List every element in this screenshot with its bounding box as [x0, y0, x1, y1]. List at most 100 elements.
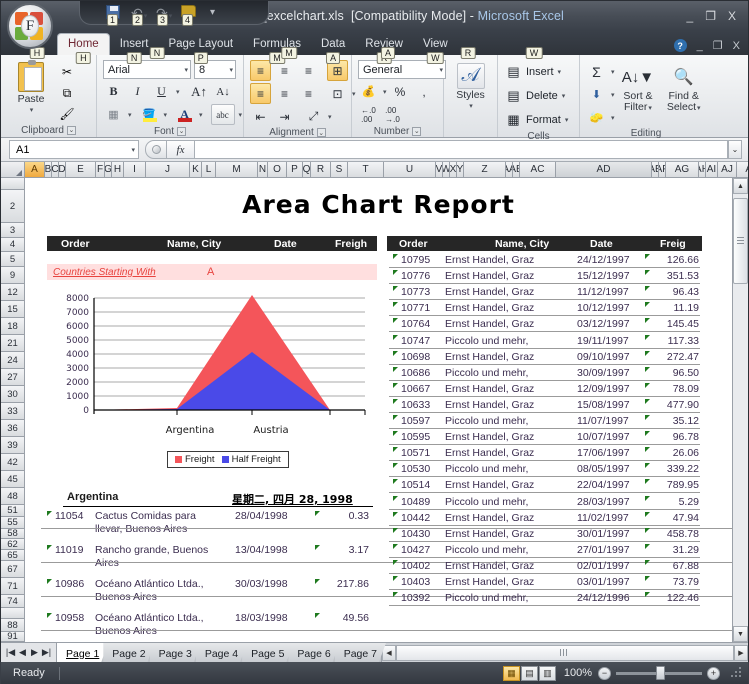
tab-data[interactable]: Data A	[311, 34, 355, 64]
sheet-tab-page-1[interactable]: Page 1	[57, 643, 108, 662]
column-header-s[interactable]: S	[331, 162, 348, 177]
column-header-ab[interactable]: AB	[513, 162, 520, 177]
first-sheet-button[interactable]: |◀	[5, 647, 16, 658]
fill-color-caret-icon[interactable]: ▾	[164, 111, 168, 119]
column-header-ag[interactable]: AG	[666, 162, 699, 177]
qat-customize-icon[interactable]: ▾	[210, 7, 215, 18]
comma-style-button[interactable]: ,	[414, 81, 435, 102]
bold-button[interactable]: B	[103, 81, 124, 102]
alignment-dialog-launcher[interactable]: ⌄	[316, 128, 326, 137]
zoom-in-button[interactable]: +	[707, 666, 720, 680]
next-sheet-button[interactable]: ▶	[29, 647, 40, 658]
column-header-ac[interactable]: AC	[520, 162, 556, 177]
table-row[interactable]: 10430 Ernst Handel, Graz 30/01/1997 458.78	[387, 526, 702, 542]
row-header-18[interactable]: 18	[1, 318, 25, 335]
horizontal-scroll-thumb[interactable]	[395, 644, 734, 661]
sheet-tab-page-6[interactable]: Page 6	[288, 643, 339, 662]
number-dialog-launcher[interactable]: ⌄	[412, 126, 422, 136]
row-header-2[interactable]: 2	[1, 190, 25, 223]
column-header-e[interactable]: E	[66, 162, 96, 177]
column-header-ae[interactable]: AE	[652, 162, 659, 177]
accounting-caret-icon[interactable]: ▾	[383, 88, 387, 96]
autosum-button[interactable]: Σ	[586, 61, 607, 82]
tab-page-layout[interactable]: Page Layout P	[158, 34, 243, 64]
ribbon-minimize-icon[interactable]: _	[697, 40, 703, 52]
accounting-format-button[interactable]: 💰	[358, 81, 379, 102]
table-row[interactable]: 10958 Océano Atlántico Ltda., Buenos Aires…	[25, 610, 732, 642]
cut-icon[interactable]: ✂	[58, 63, 76, 81]
column-header-a[interactable]: A	[25, 162, 45, 177]
orientation-button[interactable]: ⤢	[303, 106, 324, 127]
column-header-af[interactable]: AF	[659, 162, 666, 177]
table-row[interactable]: 10489 Piccolo und mehr, 28/03/1997 5.29	[387, 494, 702, 510]
column-header-aj[interactable]: AJ	[718, 162, 737, 177]
column-header-ah[interactable]: AH	[699, 162, 706, 177]
autosum-caret-icon[interactable]: ▾	[611, 68, 615, 76]
row-header-4[interactable]: 4	[1, 238, 25, 252]
merge-center-button[interactable]: ⊡	[327, 83, 348, 104]
column-header-z[interactable]: Z	[464, 162, 506, 177]
table-row[interactable]: 10667 Ernst Handel, Graz 12/09/1997 78.09	[387, 381, 702, 397]
row-header-30[interactable]: 30	[1, 386, 25, 403]
find-select-button[interactable]: 🔍 Find & Select▾	[661, 61, 706, 114]
align-right-button[interactable]: ≡	[298, 83, 319, 104]
font-family-combo[interactable]: Arial ▾	[103, 60, 191, 79]
align-left-button[interactable]: ≡	[250, 83, 271, 104]
row-header-3[interactable]: 3	[1, 223, 25, 238]
row-header-24[interactable]: 24	[1, 352, 25, 369]
column-header-g[interactable]: G	[105, 162, 112, 177]
column-header-k[interactable]: K	[190, 162, 202, 177]
zoom-track[interactable]	[616, 665, 702, 680]
copy-icon[interactable]: ⧉	[58, 84, 76, 102]
row-header-39[interactable]: 39	[1, 437, 25, 454]
column-header-q[interactable]: Q	[303, 162, 311, 177]
sheet-canvas[interactable]: Area Chart Report Order Name, City Date …	[25, 178, 732, 642]
vertical-scroll-track[interactable]	[733, 194, 748, 626]
row-header-67[interactable]: 67	[1, 561, 25, 578]
row-header-91[interactable]: 91	[1, 631, 25, 642]
clear-caret-icon[interactable]: ▾	[611, 114, 615, 122]
table-row[interactable]: 10403 Ernst Handel, Graz 03/01/1997 73.79	[387, 574, 702, 590]
clipboard-dialog-launcher[interactable]: ⌄	[66, 125, 76, 135]
row-header-partial[interactable]	[1, 608, 25, 619]
page-layout-view-button[interactable]: ▤	[521, 665, 538, 681]
fill-color-button[interactable]: 🪣	[139, 104, 160, 125]
area-chart[interactable]: 8000 7000 6000 5000 4000 3000 2000 1000 …	[47, 290, 377, 485]
table-row[interactable]: 10597 Piccolo und mehr, 11/07/1997 35.12	[387, 413, 702, 429]
row-header-12[interactable]: 12	[1, 284, 25, 301]
italic-button[interactable]: I	[127, 81, 148, 102]
table-row[interactable]: 10427 Piccolo und mehr, 27/01/1997 31.29	[387, 542, 702, 558]
scroll-down-button[interactable]: ▼	[733, 626, 748, 642]
formula-input[interactable]	[195, 140, 728, 159]
column-header-d[interactable]: D	[59, 162, 66, 177]
table-row[interactable]: 10698 Ernst Handel, Graz 09/10/1997 272.47	[387, 349, 702, 365]
table-row[interactable]: 10771 Ernst Handel, Graz 10/12/1997 11.19	[387, 300, 702, 317]
table-row[interactable]: 10776 Ernst Handel, Graz 15/12/1997 351.53	[387, 268, 702, 285]
hscroll-right-button[interactable]: ▶	[734, 644, 748, 661]
insert-function-button[interactable]: fx	[167, 140, 195, 159]
fill-caret-icon[interactable]: ▾	[611, 91, 615, 99]
horizontal-scrollbar[interactable]: ◀ ▶	[380, 643, 748, 662]
table-row[interactable]: 10633 Ernst Handel, Graz 15/08/1997 477.90	[387, 397, 702, 413]
align-top-button[interactable]: ≡	[250, 60, 271, 81]
zoom-level-label[interactable]: 100%	[562, 667, 592, 679]
qat-save-button[interactable]: 1	[106, 4, 122, 26]
font-color-caret-icon[interactable]: ▾	[199, 111, 203, 119]
column-header-x[interactable]: X	[450, 162, 457, 177]
column-header-m[interactable]: M	[216, 162, 258, 177]
row-header-33[interactable]: 33	[1, 403, 25, 420]
column-header-p[interactable]: P	[287, 162, 303, 177]
sheet-tab-page-5[interactable]: Page 5	[242, 643, 293, 662]
column-header-h[interactable]: H	[112, 162, 124, 177]
close-button[interactable]: X	[728, 10, 736, 22]
column-header-ak[interactable]: AK	[737, 162, 748, 177]
align-center-button[interactable]: ≡	[274, 83, 295, 104]
tab-view[interactable]: View W	[413, 34, 458, 64]
paste-caret-icon[interactable]: ▾	[30, 106, 34, 114]
tab-home[interactable]: Home H	[57, 33, 110, 64]
styles-button[interactable]: 𝒜 Styles ▾	[450, 60, 491, 110]
table-row[interactable]: 10514 Ernst Handel, Graz 22/04/1997 789.95	[387, 477, 702, 494]
row-header-15[interactable]: 15	[1, 301, 25, 318]
table-row[interactable]: 10402 Ernst Handel, Graz 02/01/1997 67.88	[387, 558, 702, 574]
row-header-51[interactable]: 51	[1, 505, 25, 517]
